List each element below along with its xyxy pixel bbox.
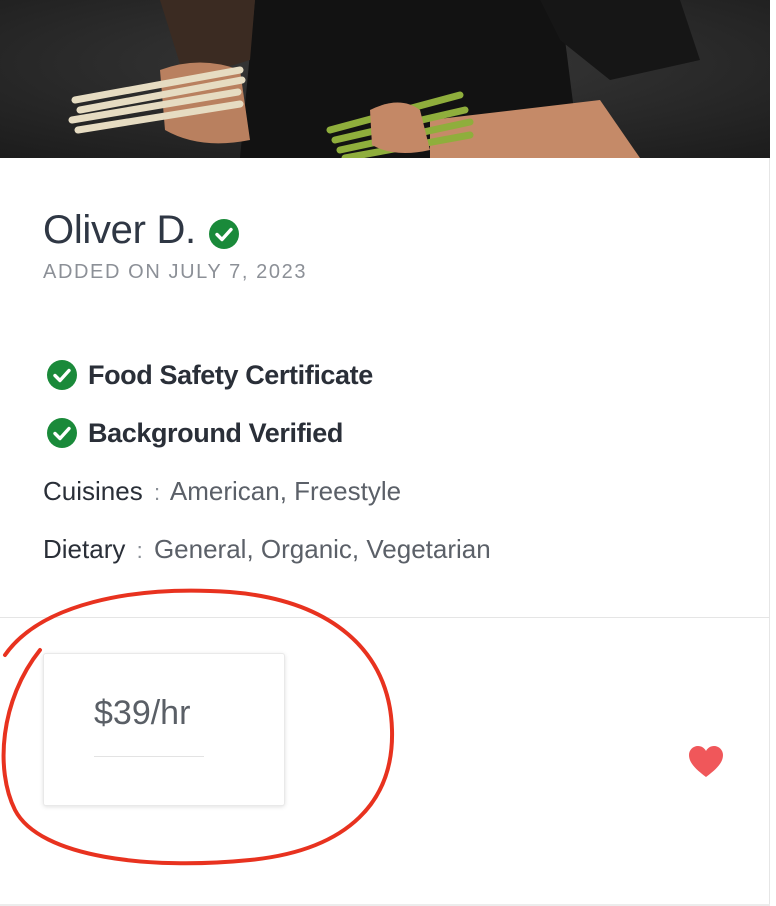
chef-name: Oliver D. bbox=[43, 208, 196, 252]
hourly-rate: $39/hr bbox=[94, 694, 191, 732]
dietary-value: General, Organic, Vegetarian bbox=[153, 534, 491, 564]
credential-label: Background Verified bbox=[88, 417, 343, 448]
price-box[interactable]: $39/hr bbox=[43, 653, 285, 806]
cuisines-label: Cuisines bbox=[43, 476, 143, 506]
price-underline bbox=[94, 756, 204, 757]
dietary-row: Dietary : General, Organic, Vegetarian bbox=[43, 534, 491, 565]
cuisines-separator: : bbox=[153, 480, 161, 505]
dietary-label: Dietary bbox=[43, 534, 126, 564]
check-circle-icon bbox=[47, 418, 77, 448]
chef-name-row: Oliver D. bbox=[43, 208, 240, 253]
section-divider bbox=[0, 617, 770, 618]
verified-check-icon bbox=[208, 218, 239, 249]
check-circle-icon bbox=[47, 360, 77, 390]
chef-card: Oliver D. ADDED ON JULY 7, 2023 Food Saf… bbox=[0, 0, 770, 906]
favorite-heart-icon[interactable] bbox=[688, 745, 724, 779]
chef-photo bbox=[0, 0, 770, 158]
dietary-separator: : bbox=[136, 538, 143, 563]
added-date: ADDED ON JULY 7, 2023 bbox=[43, 261, 308, 283]
cuisines-row: Cuisines : American, Freestyle bbox=[43, 476, 401, 507]
cuisines-value: American, Freestyle bbox=[169, 476, 402, 506]
credential-food-safety: Food Safety Certificate bbox=[46, 359, 373, 391]
credential-background: Background Verified bbox=[46, 417, 343, 449]
credential-label: Food Safety Certificate bbox=[88, 359, 373, 390]
